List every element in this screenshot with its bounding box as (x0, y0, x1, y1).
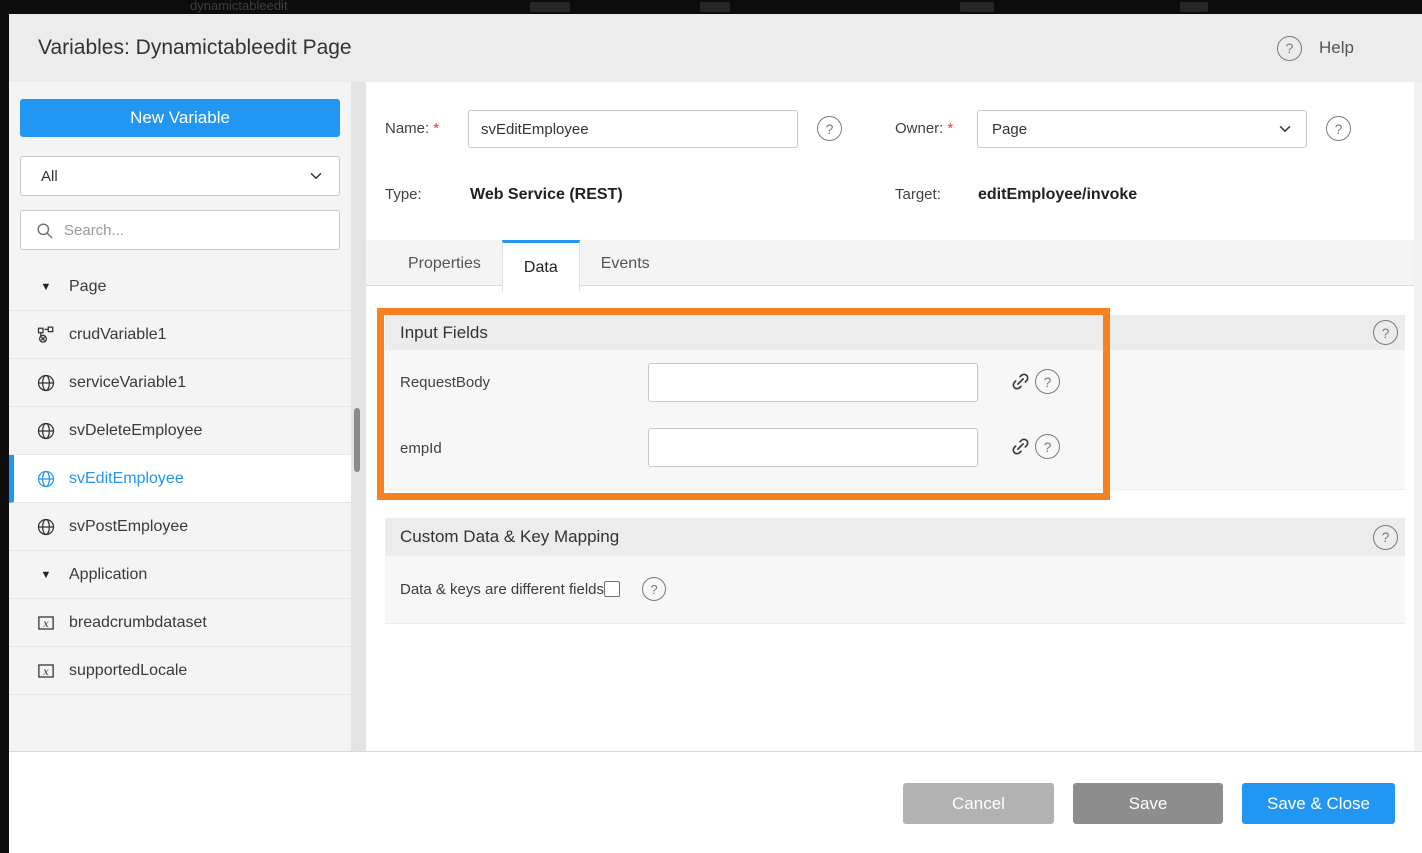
globe-icon (37, 470, 55, 488)
background-app-title: dynamictableedit (190, 0, 288, 13)
sidebar-group-page[interactable]: ▼ Page (9, 263, 351, 311)
variable-filter-select[interactable]: All (20, 156, 340, 196)
bind-link-icon[interactable] (1010, 371, 1031, 392)
owner-help-icon[interactable]: ? (1326, 116, 1351, 141)
variable-label: breadcrumbdataset (69, 614, 207, 632)
sidebar-item-svdeleteemployee[interactable]: svDeleteEmployee (9, 407, 351, 455)
variable-label: svPostEmployee (69, 518, 188, 536)
requestbody-input[interactable] (648, 363, 978, 402)
variable-detail-panel: Name:* ? Owner:* Page ? Type: Web Servic… (366, 82, 1422, 751)
sidebar-item-supportedlocale[interactable]: x supportedLocale (9, 647, 351, 695)
help-icon: ? (1277, 36, 1302, 61)
variable-label: supportedLocale (69, 662, 187, 680)
target-value: editEmployee/invoke (978, 180, 1137, 210)
sidebar-scrollbar-thumb[interactable] (354, 408, 360, 472)
save-button[interactable]: Save (1073, 783, 1223, 824)
variable-label: svEditEmployee (69, 470, 184, 488)
static-variable-icon: x (37, 614, 55, 632)
globe-icon (37, 518, 55, 536)
required-asterisk: * (947, 120, 953, 137)
chevron-down-icon (1276, 120, 1294, 138)
empid-help-icon[interactable]: ? (1035, 434, 1060, 459)
dialog-titlebar: Variables: Dynamictableedit Page ? Help (9, 14, 1422, 82)
dialog-title: Variables: Dynamictableedit Page (38, 14, 352, 82)
tab-events[interactable]: Events (580, 240, 671, 285)
dialog-footer: Cancel Save Save & Close (9, 751, 1422, 853)
new-variable-button[interactable]: New Variable (20, 99, 340, 137)
requestbody-label: RequestBody (400, 374, 490, 391)
variable-label: crudVariable1 (69, 326, 167, 344)
collapse-triangle-icon: ▼ (37, 281, 55, 293)
required-asterisk: * (433, 120, 439, 137)
name-label: Name:* (385, 110, 439, 148)
globe-icon (37, 422, 55, 440)
input-fields-title: Input Fields (400, 323, 488, 343)
empid-input[interactable] (648, 428, 978, 467)
background-toolbar-blob (1180, 2, 1208, 12)
background-app-strip: dynamictableedit (0, 0, 1422, 14)
input-fields-header: Input Fields ? (385, 315, 1405, 350)
different-fields-checkbox[interactable] (604, 581, 620, 597)
owner-select[interactable]: Page (977, 110, 1307, 148)
chevron-down-icon (307, 167, 325, 185)
main-scrollbar-track[interactable] (1414, 82, 1422, 751)
tab-data[interactable]: Data (502, 240, 580, 292)
search-icon (35, 221, 54, 240)
static-variable-icon: x (37, 662, 55, 680)
owner-value: Page (992, 121, 1276, 138)
save-and-close-button[interactable]: Save & Close (1242, 783, 1395, 824)
variables-dialog: Variables: Dynamictableedit Page ? Help … (9, 14, 1422, 853)
help-label: Help (1319, 38, 1354, 58)
name-help-icon[interactable]: ? (817, 116, 842, 141)
variable-search[interactable] (20, 210, 340, 250)
requestbody-help-icon[interactable]: ? (1035, 369, 1060, 394)
variable-list: ▼ Page crudVariable1 serviceVariable1 (9, 263, 351, 695)
help-button[interactable]: ? Help (1277, 14, 1354, 82)
type-value: Web Service (REST) (470, 180, 623, 210)
data-tab-content: Input Fields ? RequestBody ? empId ? (385, 315, 1405, 624)
input-fields-body: RequestBody ? empId ? (385, 350, 1405, 490)
background-toolbar-blob (960, 2, 994, 12)
group-label: Page (69, 278, 106, 296)
name-input[interactable] (468, 110, 798, 148)
sidebar-item-svpostemployee[interactable]: svPostEmployee (9, 503, 351, 551)
sidebar-group-application[interactable]: ▼ Application (9, 551, 351, 599)
variable-label: serviceVariable1 (69, 374, 186, 392)
custom-mapping-header: Custom Data & Key Mapping ? (385, 518, 1405, 556)
empid-label: empId (400, 440, 442, 457)
target-label: Target: (895, 180, 941, 210)
background-toolbar-blob (700, 2, 730, 12)
sidebar-divider (351, 82, 366, 751)
sidebar-item-breadcrumbdataset[interactable]: x breadcrumbdataset (9, 599, 351, 647)
different-fields-label: Data & keys are different fields (400, 581, 604, 598)
variable-label: svDeleteEmployee (69, 422, 202, 440)
group-label: Application (69, 566, 147, 584)
custom-mapping-help-icon[interactable]: ? (1373, 525, 1398, 550)
sidebar-item-servicevariable1[interactable]: serviceVariable1 (9, 359, 351, 407)
variables-sidebar: New Variable All ▼ Page (9, 82, 351, 751)
collapse-triangle-icon: ▼ (37, 569, 55, 581)
tab-properties[interactable]: Properties (387, 240, 502, 285)
input-fields-help-icon[interactable]: ? (1373, 320, 1398, 345)
type-label: Type: (385, 180, 422, 210)
variable-filter-value: All (41, 168, 307, 185)
svg-text:x: x (43, 618, 49, 629)
background-toolbar-blob (530, 2, 570, 12)
sidebar-item-crudvariable1[interactable]: crudVariable1 (9, 311, 351, 359)
globe-icon (37, 374, 55, 392)
different-fields-help-icon[interactable]: ? (642, 577, 666, 601)
crud-icon (37, 326, 55, 344)
sidebar-item-sveditemployee[interactable]: svEditEmployee (9, 455, 351, 503)
cancel-button[interactable]: Cancel (903, 783, 1054, 824)
svg-text:x: x (43, 666, 49, 677)
bind-link-icon[interactable] (1010, 436, 1031, 457)
owner-label: Owner:* (895, 110, 953, 148)
detail-tabbar: Properties Data Events (366, 240, 1414, 286)
custom-mapping-body: Data & keys are different fields ? (385, 556, 1405, 624)
custom-mapping-title: Custom Data & Key Mapping (400, 527, 619, 547)
search-input[interactable] (64, 222, 327, 239)
